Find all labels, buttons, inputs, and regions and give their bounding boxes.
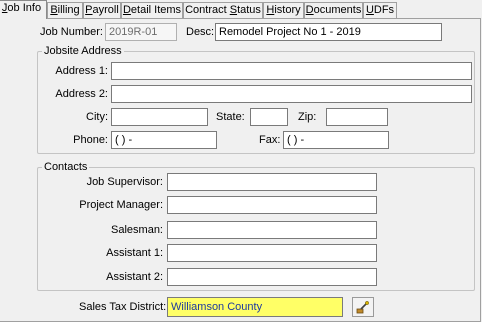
address2-field[interactable] (111, 85, 472, 103)
tab-contract-status[interactable]: Contract Status (183, 2, 263, 18)
assistant1-label: Assistant 1: (106, 247, 163, 259)
address1-label: Address 1: (55, 65, 108, 77)
desc-label: Desc: (186, 26, 215, 38)
job-supervisor-field[interactable] (167, 173, 377, 191)
job-number-label: Job Number: (40, 26, 103, 38)
project-manager-label: Project Manager: (79, 199, 163, 211)
tab-documents[interactable]: Documents (304, 2, 363, 18)
tab-payroll[interactable]: Payroll (83, 2, 121, 18)
sales-tax-lookup-button[interactable] (352, 297, 374, 317)
salesman-label: Salesman: (111, 224, 163, 236)
job-number-field[interactable]: 2019R-01 (105, 23, 177, 41)
lookup-icon (356, 301, 369, 314)
sales-tax-district-field[interactable]: Williamson County (167, 297, 343, 317)
assistant2-field[interactable] (167, 268, 377, 286)
assistant2-label: Assistant 2: (106, 271, 163, 283)
tab-job-info[interactable]: Job Info (0, 0, 47, 19)
zip-field[interactable] (326, 108, 388, 126)
jobsite-address-legend: Jobsite Address (42, 45, 124, 57)
address1-field[interactable] (111, 62, 472, 80)
desc-field[interactable]: Remodel Project No 1 - 2019 (215, 23, 442, 41)
contacts-legend: Contacts (42, 161, 90, 173)
state-label: State: (216, 111, 245, 123)
assistant1-field[interactable] (167, 244, 377, 262)
tab-billing[interactable]: Billing (47, 2, 83, 18)
city-label: City: (86, 111, 108, 123)
address2-label: Address 2: (55, 88, 108, 100)
tab-udfs[interactable]: UDFs (363, 2, 397, 18)
salesman-field[interactable] (167, 221, 377, 239)
tab-detail-items[interactable]: Detail Items (121, 2, 183, 18)
project-manager-field[interactable] (167, 196, 377, 214)
phone-label: Phone: (73, 134, 108, 146)
phone-field[interactable]: ( ) - (111, 131, 217, 149)
fax-label: Fax: (259, 134, 281, 146)
sales-tax-district-label: Sales Tax District: (79, 301, 167, 313)
tab-strip: Job Info Billing Payroll Detail Items Co… (0, 0, 482, 19)
job-supervisor-label: Job Supervisor: (86, 176, 163, 188)
zip-label: Zip: (298, 111, 317, 123)
fax-field[interactable]: ( ) - (283, 131, 389, 149)
tab-history[interactable]: History (263, 2, 304, 18)
city-field[interactable] (111, 108, 208, 126)
state-field[interactable] (250, 108, 288, 126)
